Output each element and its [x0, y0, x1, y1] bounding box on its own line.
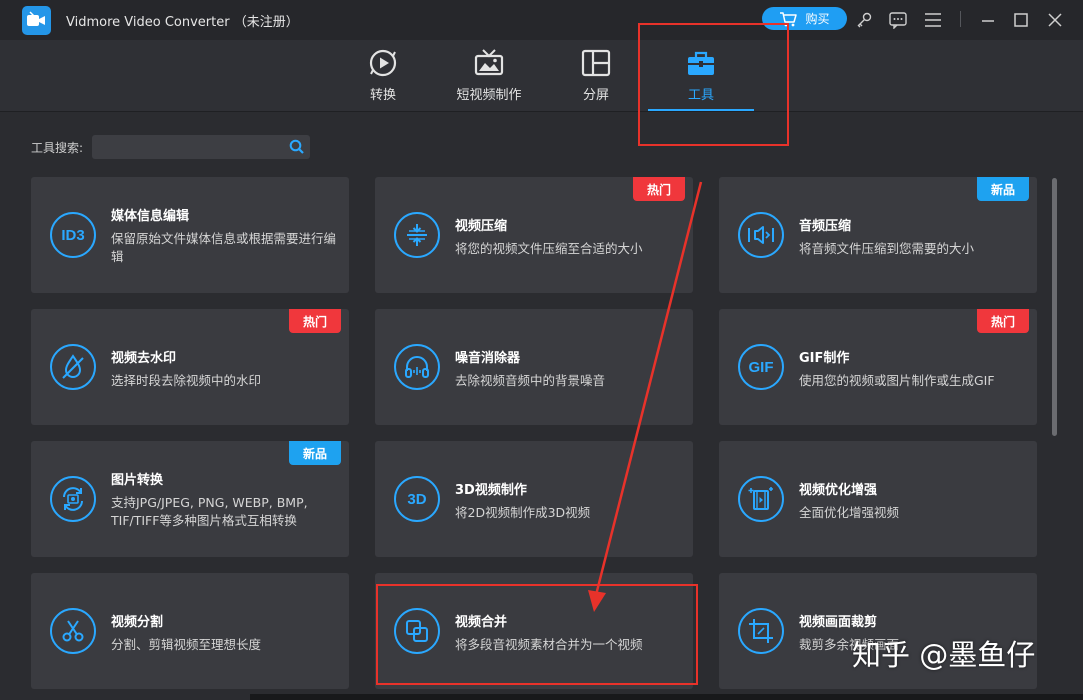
- tool-title: 视频优化增强: [799, 483, 878, 498]
- scrollbar-thumb[interactable]: [1052, 178, 1057, 436]
- hot-badge: 热门: [977, 309, 1029, 333]
- search-label: 工具搜索:: [31, 141, 84, 155]
- tool-card-image-converter[interactable]: 新品 图片转换 支持JPG/JPEG, PNG, WEBP, BMP, TIF/…: [31, 441, 349, 557]
- enhance-icon: [738, 476, 784, 522]
- collage-icon: [580, 46, 612, 80]
- tab-label: 分屏: [582, 88, 609, 103]
- tool-card-3d-maker[interactable]: 3D 3D视频制作 将2D视频制作成3D视频: [375, 441, 693, 557]
- tool-card-video-compress[interactable]: 热门 视频压缩 将您的视频文件压缩至合适的大小: [375, 177, 693, 293]
- hot-badge: 热门: [633, 177, 685, 201]
- gif-icon: GIF: [738, 344, 784, 390]
- tab-label: 转换: [369, 88, 396, 103]
- maximize-icon[interactable]: [1010, 9, 1032, 31]
- tool-desc: 将音频文件压缩到您需要的大小: [799, 241, 975, 256]
- tool-desc: 分割、剪辑视频至理想长度: [111, 637, 262, 652]
- tool-desc: 将2D视频制作成3D视频: [455, 505, 591, 520]
- tool-title: 噪音消除器: [455, 351, 521, 366]
- mv-icon: [473, 46, 505, 80]
- tool-card-gif-maker[interactable]: 热门 GIF GIF制作 使用您的视频或图片制作或生成GIF: [719, 309, 1037, 425]
- tool-title: 3D视频制作: [455, 483, 527, 498]
- tool-card-video-enhancer[interactable]: 视频优化增强 全面优化增强视频: [719, 441, 1037, 557]
- scissors-icon: [50, 608, 96, 654]
- menu-icon[interactable]: [922, 9, 944, 31]
- app-logo-icon: [22, 6, 51, 35]
- tool-search-input[interactable]: [92, 135, 310, 159]
- close-icon[interactable]: [1044, 9, 1066, 31]
- tool-card-video-splitter[interactable]: 视频分割 分割、剪辑视频至理想长度: [31, 573, 349, 689]
- tab-mv[interactable]: 短视频制作: [454, 46, 524, 108]
- tool-card-watermark-remover[interactable]: 热门 视频去水印 选择时段去除视频中的水印: [31, 309, 349, 425]
- tool-card-metadata[interactable]: ID3 媒体信息编辑 保留原始文件媒体信息或根据需要进行编辑: [31, 177, 349, 293]
- tool-desc: 保留原始文件媒体信息或根据需要进行编辑: [111, 231, 337, 264]
- id3-icon: ID3: [50, 212, 96, 258]
- tool-desc: 将您的视频文件压缩至合适的大小: [455, 241, 643, 256]
- annotation-toolbox-highlight: [638, 23, 789, 146]
- tool-title: 音频压缩: [799, 219, 852, 234]
- feedback-icon[interactable]: [887, 9, 909, 31]
- tool-title: 视频画面裁剪: [799, 615, 878, 630]
- tool-desc: 选择时段去除视频中的水印: [111, 373, 262, 388]
- tool-desc: 全面优化增强视频: [799, 505, 900, 520]
- image-convert-icon: [50, 476, 96, 522]
- audio-compress-icon: [738, 212, 784, 258]
- tool-desc: 去除视频音频中的背景噪音: [455, 373, 606, 388]
- convert-icon: [367, 46, 399, 80]
- tool-desc: 支持JPG/JPEG, PNG, WEBP, BMP, TIF/TIFF等多种图…: [111, 495, 308, 528]
- tool-title: GIF制作: [799, 351, 850, 366]
- watermark-remove-icon: [50, 344, 96, 390]
- tool-title: 视频分割: [111, 615, 164, 630]
- annotation-merge-highlight: [376, 584, 698, 685]
- minimize-icon[interactable]: [977, 9, 999, 31]
- tool-title: 图片转换: [111, 473, 164, 488]
- new-badge: 新品: [289, 441, 341, 465]
- search-icon[interactable]: [289, 139, 305, 155]
- tool-desc: 使用您的视频或图片制作或生成GIF: [799, 373, 995, 388]
- title-bar: Vidmore Video Converter （未注册） 购买: [0, 0, 1083, 40]
- new-badge: 新品: [977, 177, 1029, 201]
- tab-convert[interactable]: 转换: [363, 46, 403, 108]
- tool-title: 视频去水印: [111, 351, 177, 366]
- hot-badge: 热门: [289, 309, 341, 333]
- key-icon[interactable]: [853, 9, 875, 31]
- tool-card-noise-remover[interactable]: 噪音消除器 去除视频音频中的背景噪音: [375, 309, 693, 425]
- headphones-icon: [394, 344, 440, 390]
- tab-label: 短视频制作: [456, 88, 522, 103]
- 3d-icon: 3D: [394, 476, 440, 522]
- tool-title: 媒体信息编辑: [111, 209, 190, 224]
- tab-collage[interactable]: 分屏: [576, 46, 616, 108]
- bottom-edge: [250, 694, 1083, 700]
- buy-label: 购买: [805, 12, 830, 26]
- tool-card-audio-compress[interactable]: 新品 音频压缩 将音频文件压缩到您需要的大小: [719, 177, 1037, 293]
- crop-icon: [738, 608, 784, 654]
- watermark-text: 知乎 @墨鱼仔: [852, 638, 1036, 672]
- window-title: Vidmore Video Converter （未注册）: [66, 15, 299, 30]
- compress-icon: [394, 212, 440, 258]
- tool-title: 视频压缩: [455, 219, 508, 234]
- titlebar-separator: [960, 11, 961, 27]
- main-nav: 转换 短视频制作 分屏 工具: [0, 40, 1083, 112]
